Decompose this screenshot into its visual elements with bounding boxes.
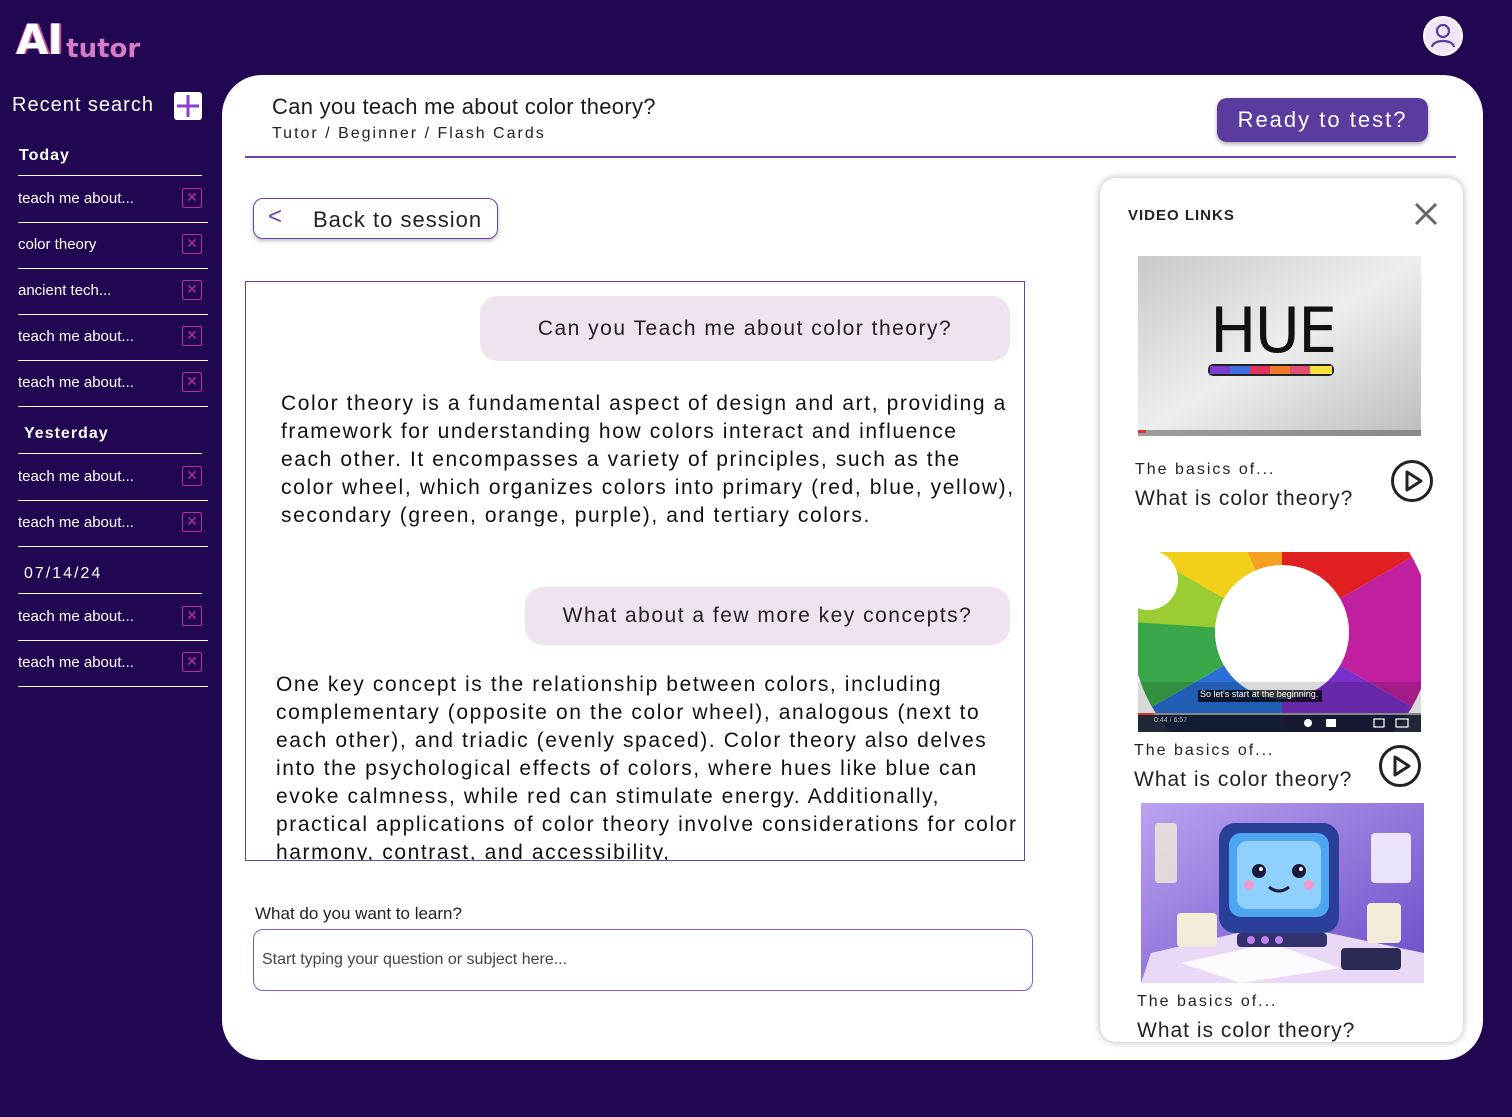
video-caption: So let's start at the beginning. <box>1200 689 1319 699</box>
video-thumbnail[interactable] <box>1141 803 1424 983</box>
video-links-panel: VIDEO LINKS HUE The basics of... What is… <box>1100 178 1463 1042</box>
recent-search-label: teach me about... <box>18 374 134 391</box>
user-message: What about a few more key concepts? <box>525 587 1010 645</box>
plus-icon <box>177 95 199 117</box>
video-subtitle: The basics of... <box>1135 461 1276 478</box>
remove-search-button[interactable]: ✕ <box>182 652 202 672</box>
thumbnail-text: HUE <box>1210 294 1337 367</box>
learn-input[interactable] <box>253 929 1033 991</box>
recent-search-item[interactable]: teach me about... ✕ <box>18 641 208 687</box>
robot-computer-image <box>1141 803 1424 983</box>
recent-search-item[interactable]: color theory ✕ <box>18 223 208 269</box>
user-message: Can you Teach me about color theory? <box>480 296 1010 361</box>
group-divider <box>18 175 202 176</box>
back-label: Back to session <box>313 207 483 232</box>
recent-search-label: teach me about... <box>18 654 134 671</box>
remove-search-button[interactable]: ✕ <box>182 188 202 208</box>
recent-search-label: teach me about... <box>18 190 134 207</box>
user-avatar[interactable] <box>1423 16 1463 56</box>
remove-search-button[interactable]: ✕ <box>182 326 202 346</box>
video-title[interactable]: What is color theory? <box>1134 768 1352 792</box>
group-divider <box>18 453 202 454</box>
play-icon[interactable] <box>1390 459 1434 503</box>
group-divider <box>18 593 202 594</box>
video-title[interactable]: What is color theory? <box>1135 487 1353 511</box>
recent-search-label: ancient tech... <box>18 282 112 299</box>
tutor-message: Color theory is a fundamental aspect of … <box>281 392 1015 527</box>
ready-to-test-button[interactable]: Ready to test? <box>1217 98 1428 142</box>
color-wheel-image <box>1138 552 1421 732</box>
new-search-button[interactable] <box>174 92 202 120</box>
chevron-left-icon: < <box>268 203 283 230</box>
remove-search-button[interactable]: ✕ <box>182 466 202 486</box>
page-title: Can you teach me about color theory? <box>272 94 656 119</box>
recent-search-label: teach me about... <box>18 468 134 485</box>
recent-search-item[interactable]: teach me about... ✕ <box>18 315 208 361</box>
remove-search-button[interactable]: ✕ <box>182 606 202 626</box>
logo-sub: tutor <box>66 34 141 64</box>
recent-search-item[interactable]: teach me about... ✕ <box>18 361 208 407</box>
remove-search-button[interactable]: ✕ <box>182 372 202 392</box>
video-subtitle: The basics of... <box>1134 742 1275 759</box>
group-label-yesterday: Yesterday <box>24 425 109 442</box>
header-divider <box>245 156 1456 158</box>
remove-search-button[interactable]: ✕ <box>182 512 202 532</box>
remove-search-button[interactable]: ✕ <box>182 234 202 254</box>
logo-main: AI <box>16 15 63 64</box>
video-title[interactable]: What is color theory? <box>1137 1019 1355 1042</box>
remove-search-button[interactable]: ✕ <box>182 280 202 300</box>
video-time: 0:44 / 6:57 <box>1154 717 1188 724</box>
video-thumbnail[interactable]: So let's start at the beginning. 0:44 / … <box>1138 552 1421 732</box>
close-icon[interactable] <box>1412 200 1440 228</box>
recent-search-item[interactable]: teach me about... ✕ <box>18 177 208 223</box>
recent-search-item[interactable]: ancient tech... ✕ <box>18 269 208 315</box>
learn-label: What do you want to learn? <box>255 904 462 923</box>
recent-search-label: teach me about... <box>18 608 134 625</box>
recent-search-label: teach me about... <box>18 328 134 345</box>
app-logo[interactable]: AI tutor <box>16 14 141 65</box>
recent-search-title: Recent search <box>12 94 154 116</box>
video-links-title: VIDEO LINKS <box>1128 207 1235 224</box>
chat-transcript[interactable]: Can you Teach me about color theory? Col… <box>245 281 1025 861</box>
recent-search-label: color theory <box>18 236 97 253</box>
recent-search-item[interactable]: teach me about... ✕ <box>18 455 208 501</box>
main-content: Can you teach me about color theory? Tut… <box>222 75 1483 1060</box>
tutor-message: One key concept is the relationship betw… <box>276 673 1018 861</box>
group-label-today: Today <box>19 147 70 164</box>
video-thumbnail[interactable]: HUE <box>1138 256 1421 436</box>
video-subtitle: The basics of... <box>1137 993 1278 1010</box>
recent-search-item[interactable]: teach me about... ✕ <box>18 501 208 547</box>
group-label-date: 07/14/24 <box>24 565 103 582</box>
user-icon <box>1430 23 1456 48</box>
play-icon[interactable] <box>1378 744 1422 788</box>
recent-search-label: teach me about... <box>18 514 134 531</box>
recent-search-item[interactable]: teach me about... ✕ <box>18 595 208 641</box>
breadcrumb: Tutor / Beginner / Flash Cards <box>272 125 546 142</box>
back-to-session-button[interactable]: < Back to session <box>253 198 498 239</box>
